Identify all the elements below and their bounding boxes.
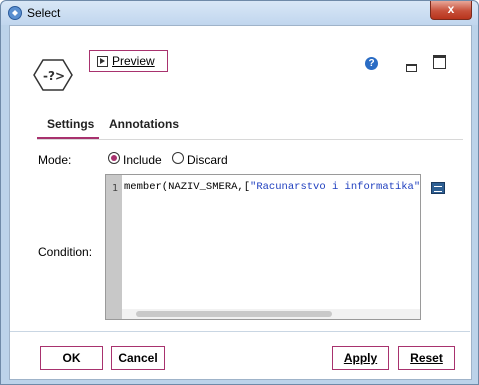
tab-divider [37,139,463,140]
expression-builder-icon[interactable] [431,182,445,194]
maximize-icon[interactable] [433,55,446,69]
condition-code: member(NAZIV_SMERA,["Racunarstvo i infor… [124,181,420,193]
code-expression: member(NAZIV_SMERA,[ [124,181,251,193]
discard-radio-label[interactable]: Discard [187,153,228,167]
select-node-icon [8,6,22,20]
close-button[interactable]: x [430,1,472,20]
include-radio-label[interactable]: Include [123,153,162,167]
tab-annotations[interactable]: Annotations [109,117,179,131]
line-number: 1 [112,183,119,194]
select-node-icon: -?> [33,59,73,91]
include-radio[interactable] [108,152,120,164]
tab-settings[interactable]: Settings [47,117,94,131]
discard-radio[interactable] [172,152,184,164]
condition-label: Condition: [38,245,93,259]
line-number-gutter [106,175,122,319]
horizontal-scrollbar[interactable] [122,309,420,319]
svg-text:-?>: -?> [43,69,65,83]
preview-label: Preview [112,54,155,68]
scrollbar-thumb[interactable] [136,311,332,317]
ok-button[interactable]: OK [40,346,103,370]
select-dialog-window: Select x -?> Preview ? Settings Annotati… [0,0,479,385]
preview-button[interactable]: Preview [89,50,168,72]
reset-button[interactable]: Reset [398,346,455,370]
minimize-icon[interactable] [406,64,417,72]
footer-divider [10,331,470,332]
cancel-button[interactable]: Cancel [111,346,165,370]
mode-label: Mode: [38,153,72,167]
apply-button[interactable]: Apply [332,346,389,370]
help-icon[interactable]: ? [365,57,378,70]
play-icon [97,56,108,67]
window-title: Select [27,6,61,20]
condition-editor[interactable]: 1 member(NAZIV_SMERA,["Racunarstvo i inf… [105,174,421,320]
title-bar[interactable]: Select x [1,1,478,25]
code-string-literal: "Racunarstvo i informatika" [250,181,421,193]
